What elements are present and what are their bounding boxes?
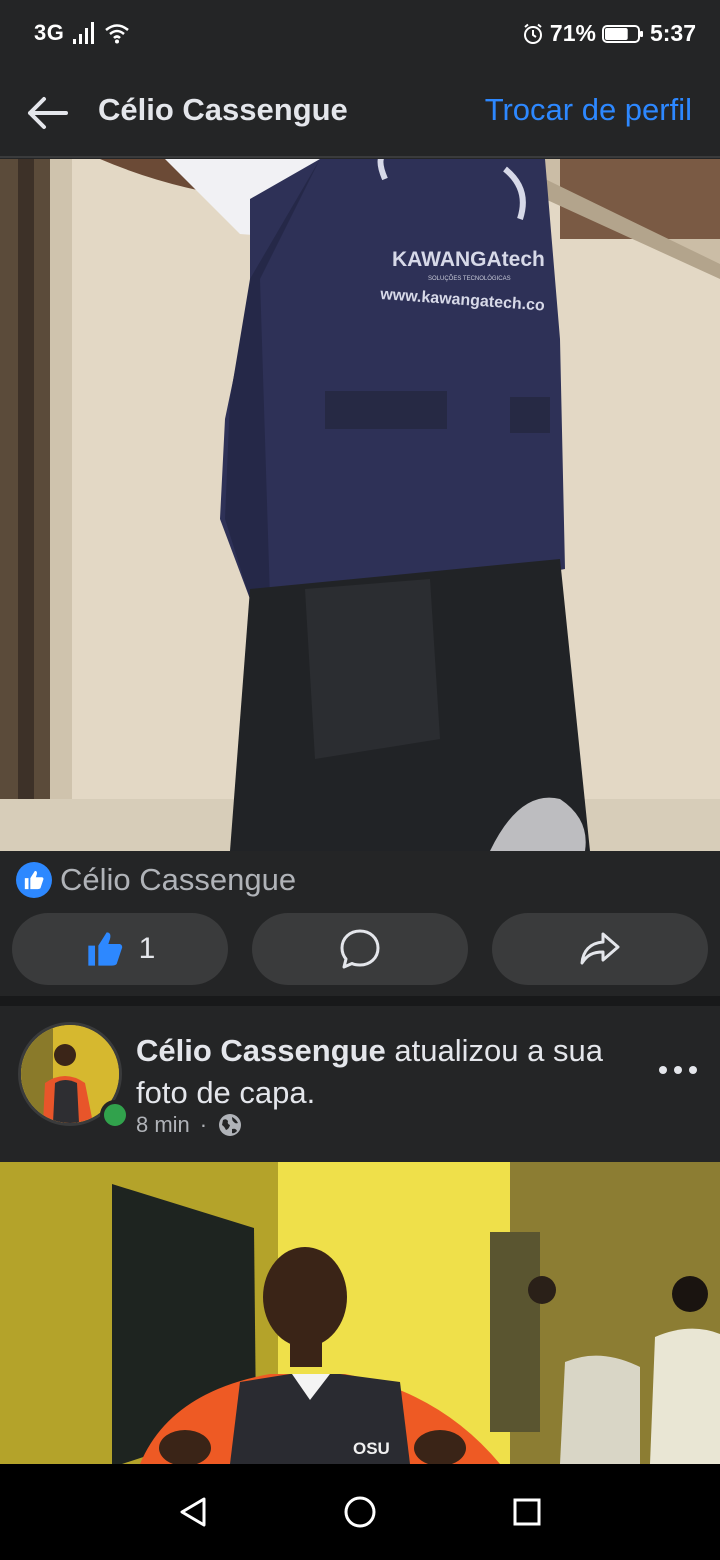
wifi-icon	[105, 24, 130, 44]
more-dots-icon	[659, 1066, 697, 1074]
network-type: 3G	[34, 20, 65, 45]
app-header: Célio Cassengue Trocar de perfil	[0, 68, 720, 158]
signal-icon	[73, 22, 95, 44]
online-status-dot	[100, 1100, 130, 1130]
nav-recents-button[interactable]	[497, 1482, 557, 1542]
like-reaction-badge	[16, 862, 52, 898]
thumbs-up-icon	[24, 870, 44, 890]
comment-button[interactable]	[252, 913, 468, 985]
share-button[interactable]	[492, 913, 708, 985]
back-button[interactable]	[24, 90, 70, 136]
share-arrow-icon	[580, 932, 620, 965]
feed-separator	[0, 996, 720, 1006]
arrow-left-icon	[28, 97, 68, 129]
image-brand-text: KAWANGAtech	[392, 248, 545, 271]
comment-bubble-icon	[340, 929, 380, 969]
system-nav-bar	[0, 1464, 720, 1560]
reactor-name: Célio Cassengue	[60, 862, 297, 897]
triangle-back-icon	[180, 1497, 206, 1527]
post-author-name[interactable]: Célio Cassengue	[136, 1033, 386, 1068]
like-button[interactable]: 1	[12, 913, 228, 985]
post-photo[interactable]: KAWANGAtech SOLUÇÕES TECNOLÓGICAS www.ka…	[0, 159, 720, 851]
image-tagline-text: SOLUÇÕES TECNOLÓGICAS	[428, 275, 511, 282]
circle-home-icon	[344, 1496, 376, 1528]
author-avatar-wrap[interactable]	[18, 1022, 130, 1130]
app-screen: 3G 71% 5:37 Célio Cassengue Trocar de pe…	[0, 0, 720, 1560]
like-count: 1	[138, 932, 156, 965]
status-right: 71% 5:37	[522, 20, 696, 47]
cover-photo[interactable]: OSU	[0, 1162, 720, 1464]
globe-icon	[219, 1114, 242, 1136]
battery-percent: 71%	[549, 20, 596, 46]
post-photo-image: KAWANGAtech SOLUÇÕES TECNOLÓGICAS www.ka…	[0, 159, 720, 851]
battery-icon	[601, 24, 643, 43]
cover-photo-image: OSU	[0, 1162, 720, 1464]
reaction-row[interactable]: Célio Cassengue	[16, 860, 296, 900]
clock: 5:37	[649, 20, 696, 46]
square-recents-icon	[513, 1498, 541, 1526]
post-meta: 8 min ·	[136, 1112, 243, 1138]
cover-post-header: Célio Cassengue atualizou a sua foto de …	[0, 1006, 720, 1162]
nav-home-button[interactable]	[330, 1482, 390, 1542]
post-text: Célio Cassengue atualizou a sua foto de …	[136, 1030, 656, 1114]
status-left: 3G	[34, 20, 130, 46]
nav-back-button[interactable]	[163, 1482, 223, 1542]
alarm-icon	[523, 23, 542, 44]
cover-shirt-logo: OSU	[353, 1439, 390, 1458]
post-timestamp[interactable]: 8 min	[136, 1112, 190, 1138]
meta-separator: ·	[199, 1112, 208, 1137]
switch-profile-link[interactable]: Trocar de perfil	[485, 92, 692, 128]
more-options-button[interactable]	[658, 1050, 698, 1090]
post-actions: 1	[12, 913, 708, 985]
page-title: Célio Cassengue	[98, 92, 348, 127]
thumbs-up-icon	[87, 932, 122, 966]
status-bar: 3G 71% 5:37	[0, 0, 720, 68]
